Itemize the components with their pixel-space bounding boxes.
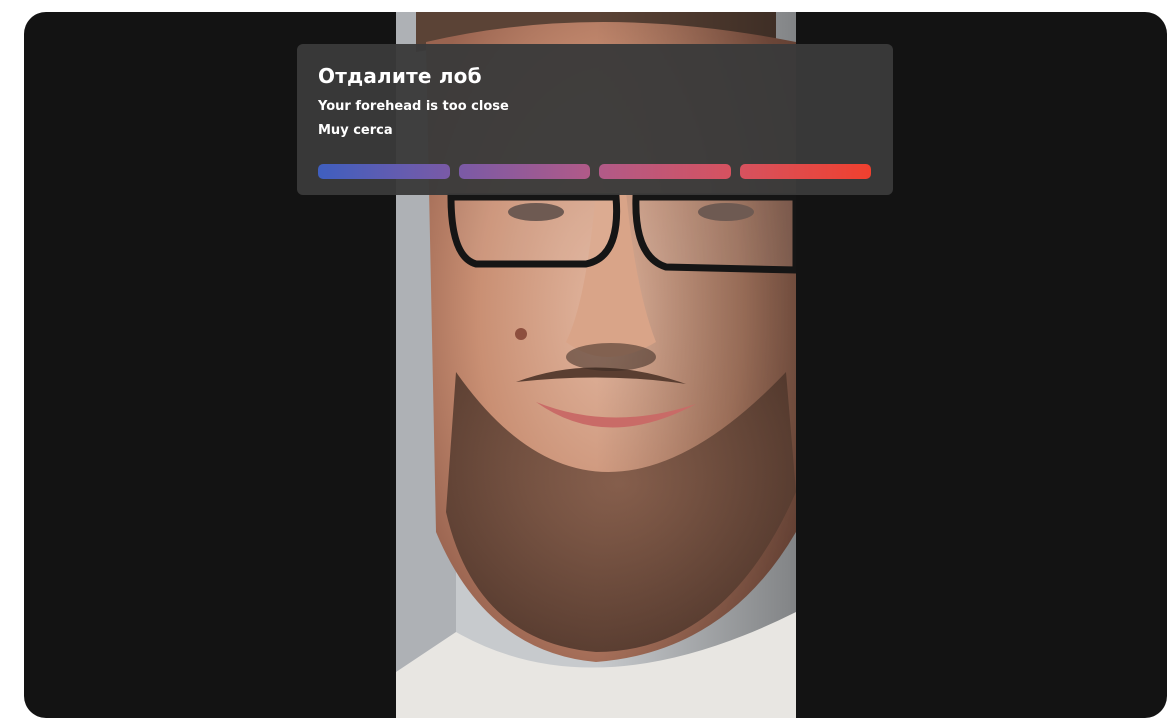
distance-progress-bar <box>318 164 871 179</box>
progress-segment-1 <box>318 164 450 179</box>
prompt-text-es: Muy cerca <box>318 123 393 138</box>
prompt-title: Отдалите лоб <box>318 64 482 88</box>
progress-segment-4 <box>739 164 871 179</box>
prompt-text-en: Your forehead is too close <box>318 99 509 114</box>
progress-segment-2 <box>458 164 590 179</box>
progress-segment-3 <box>599 164 731 179</box>
position-prompt-card: Отдалите лоб Your forehead is too close … <box>297 44 893 195</box>
